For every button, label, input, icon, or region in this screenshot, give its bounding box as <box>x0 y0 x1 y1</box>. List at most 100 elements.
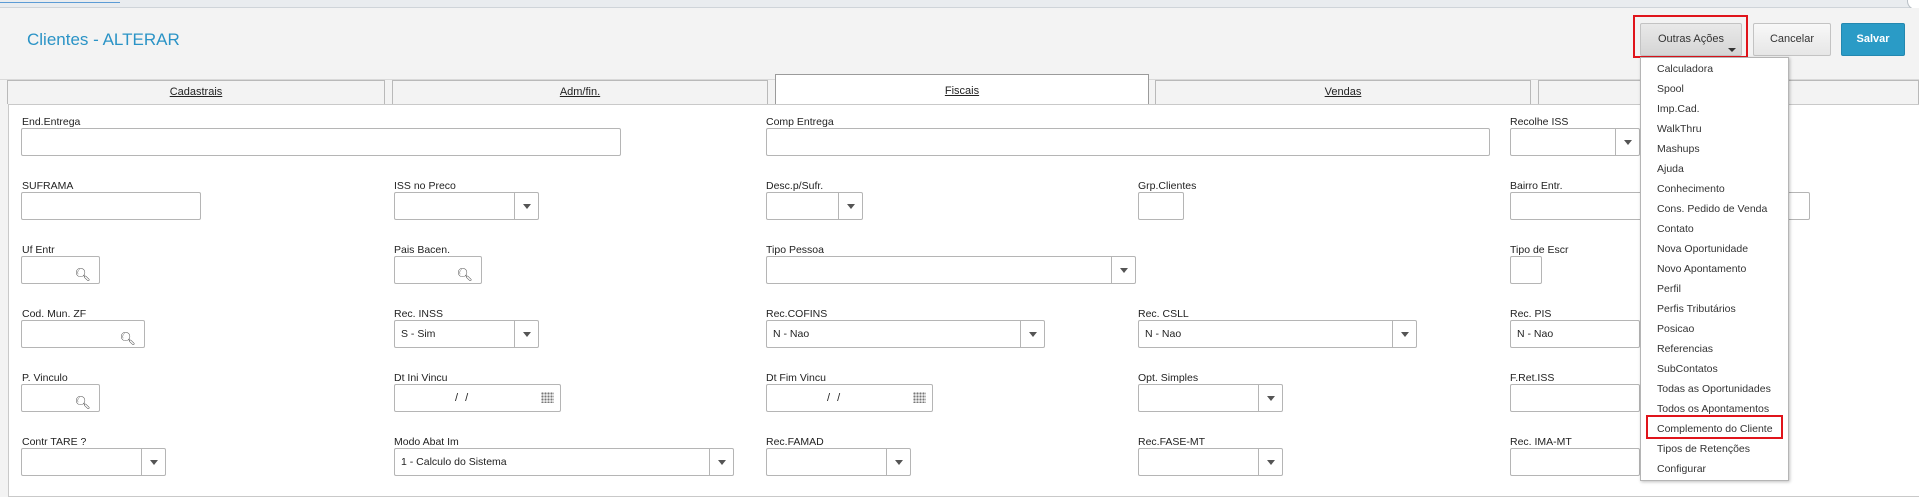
rec-inss-value: S - Sim <box>401 328 436 340</box>
page-header: Clientes - ALTERAR Outras Ações Cancelar… <box>0 8 1919 80</box>
end-entrega-label: End.Entrega <box>22 116 81 128</box>
window-top-edge <box>0 0 120 3</box>
menu-item-calculadora[interactable]: Calculadora <box>1657 63 1713 75</box>
dt-fim-vincu-field[interactable]: / / <box>766 384 933 412</box>
menu-item-todos-apontamentos[interactable]: Todos os Apontamentos <box>1657 403 1769 415</box>
rec-ima-mt-select[interactable] <box>1510 448 1640 476</box>
rec-pis-select[interactable]: N - Nao <box>1510 320 1640 348</box>
rec-cofins-label: Rec.COFINS <box>766 308 828 320</box>
uf-entr-label: Uf Entr <box>22 244 55 256</box>
calendar-icon[interactable] <box>913 392 926 403</box>
grp-clientes-label: Grp.Clientes <box>1138 180 1197 192</box>
uf-entr-field[interactable]: 🔍︎ <box>21 256 100 284</box>
rec-csll-label: Rec. CSLL <box>1138 308 1189 320</box>
cancel-button[interactable]: Cancelar <box>1753 23 1831 56</box>
rec-inss-label: Rec. INSS <box>394 308 444 320</box>
comp-entrega-label: Comp Entrega <box>766 116 834 128</box>
recolhe-iss-label: Recolhe ISS <box>1510 116 1569 128</box>
recolhe-iss-select[interactable] <box>1510 128 1640 156</box>
modo-abat-im-label: Modo Abat Im <box>394 436 459 448</box>
chevron-down-icon <box>1111 257 1135 283</box>
chevron-down-icon <box>514 321 538 347</box>
search-icon[interactable]: 🔍︎ <box>74 262 91 288</box>
menu-item-configurar[interactable]: Configurar <box>1657 463 1706 475</box>
tipo-de-escr-field[interactable] <box>1510 256 1542 284</box>
menu-item-conhecimento[interactable]: Conhecimento <box>1657 183 1725 195</box>
rec-famad-label: Rec.FAMAD <box>766 436 824 448</box>
save-button[interactable]: Salvar <box>1841 23 1905 56</box>
page-title: Clientes - ALTERAR <box>27 30 180 49</box>
calendar-icon[interactable] <box>541 392 554 403</box>
dt-ini-vincu-label: Dt Ini Vincu <box>394 372 448 384</box>
suframa-label: SUFRAMA <box>22 180 74 192</box>
p-vinculo-label: P. Vinculo <box>22 372 68 384</box>
menu-item-perfis-tributarios[interactable]: Perfis Tributários <box>1657 303 1736 315</box>
pais-bacen-label: Pais Bacen. <box>394 244 451 256</box>
chevron-down-icon <box>141 449 165 475</box>
menu-item-nova-oportunidade[interactable]: Nova Oportunidade <box>1657 243 1748 255</box>
dt-ini-vincu-field[interactable]: / / <box>394 384 561 412</box>
menu-item-ajuda[interactable]: Ajuda <box>1657 163 1684 175</box>
rec-csll-select[interactable]: N - Nao <box>1138 320 1417 348</box>
comp-entrega-field[interactable] <box>766 128 1490 156</box>
menu-item-tipos-retencoes[interactable]: Tipos de Retenções <box>1657 443 1750 455</box>
menu-item-spool[interactable]: Spool <box>1657 83 1684 95</box>
highlight-complemento-cliente <box>1646 415 1783 439</box>
bairro-entr-label: Bairro Entr. <box>1510 180 1563 192</box>
rec-inss-select[interactable]: S - Sim <box>394 320 539 348</box>
rec-cofins-value: N - Nao <box>773 328 810 340</box>
rec-fase-mt-select[interactable] <box>1138 448 1283 476</box>
suframa-field[interactable] <box>21 192 201 220</box>
rec-pis-value: N - Nao <box>1517 328 1554 340</box>
search-icon[interactable]: 🔍︎ <box>456 262 473 288</box>
menu-item-cons-pedido-venda[interactable]: Cons. Pedido de Venda <box>1657 203 1767 215</box>
tab-adm-fin[interactable]: Adm/fin. <box>392 80 768 104</box>
menu-item-mashups[interactable]: Mashups <box>1657 143 1700 155</box>
chevron-down-icon <box>514 193 538 219</box>
menu-item-imp-cad[interactable]: Imp.Cad. <box>1657 103 1700 115</box>
search-icon[interactable]: 🔍︎ <box>74 390 91 416</box>
menu-item-posicao[interactable]: Posicao <box>1657 323 1694 335</box>
search-icon[interactable]: 🔍︎ <box>119 326 136 352</box>
menu-item-walkthru[interactable]: WalkThru <box>1657 123 1702 135</box>
menu-item-subcontatos[interactable]: SubContatos <box>1657 363 1718 375</box>
modo-abat-im-value: 1 - Calculo do Sistema <box>401 456 507 468</box>
f-ret-iss-select[interactable] <box>1510 384 1640 412</box>
highlight-outras-acoes <box>1633 15 1748 58</box>
menu-item-todas-oportunidades[interactable]: Todas as Oportunidades <box>1657 383 1771 395</box>
rec-csll-value: N - Nao <box>1145 328 1182 340</box>
chevron-down-icon <box>1258 449 1282 475</box>
p-vinculo-field[interactable]: 🔍︎ <box>21 384 100 412</box>
tab-fiscais[interactable]: Fiscais <box>775 74 1149 104</box>
chevron-down-icon <box>838 193 862 219</box>
chevron-down-icon <box>1392 321 1416 347</box>
desc-sufr-select[interactable] <box>766 192 863 220</box>
dt-fim-vincu-value: / / <box>827 392 843 404</box>
end-entrega-field[interactable] <box>21 128 621 156</box>
opt-simples-select[interactable] <box>1138 384 1283 412</box>
iss-no-preco-select[interactable] <box>394 192 539 220</box>
cod-mun-zf-field[interactable]: 🔍︎ <box>21 320 145 348</box>
f-ret-iss-label: F.Ret.ISS <box>1510 372 1555 384</box>
pais-bacen-field[interactable]: 🔍︎ <box>394 256 482 284</box>
desc-sufr-label: Desc.p/Sufr. <box>766 180 824 192</box>
contr-tare-select[interactable] <box>21 448 166 476</box>
contr-tare-label: Contr TARE ? <box>22 436 87 448</box>
dt-fim-vincu-label: Dt Fim Vincu <box>766 372 826 384</box>
rec-fase-mt-label: Rec.FASE-MT <box>1138 436 1206 448</box>
chevron-down-icon <box>1020 321 1044 347</box>
rec-cofins-select[interactable]: N - Nao <box>766 320 1045 348</box>
rec-ima-mt-label: Rec. IMA-MT <box>1510 436 1572 448</box>
menu-item-perfil[interactable]: Perfil <box>1657 283 1681 295</box>
modo-abat-im-select[interactable]: 1 - Calculo do Sistema <box>394 448 734 476</box>
menu-item-novo-apontamento[interactable]: Novo Apontamento <box>1657 263 1746 275</box>
window-top-strip <box>0 0 1919 10</box>
rec-pis-label: Rec. PIS <box>1510 308 1552 320</box>
menu-item-referencias[interactable]: Referencias <box>1657 343 1713 355</box>
rec-famad-select[interactable] <box>766 448 911 476</box>
menu-item-contato[interactable]: Contato <box>1657 223 1694 235</box>
tab-cadastrais[interactable]: Cadastrais <box>7 80 385 104</box>
tipo-pessoa-select[interactable] <box>766 256 1136 284</box>
tab-vendas[interactable]: Vendas <box>1155 80 1531 104</box>
grp-clientes-field[interactable] <box>1138 192 1184 220</box>
